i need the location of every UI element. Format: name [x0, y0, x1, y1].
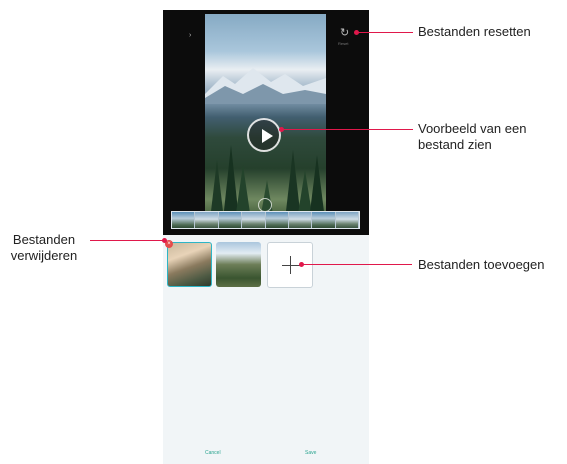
preview-callout-line1: Voorbeeld van een — [418, 121, 527, 136]
timeline-frame — [288, 212, 313, 228]
mountain-image — [205, 68, 326, 104]
clip-info — [169, 30, 183, 42]
timeline-frame — [195, 212, 219, 228]
add-callout: Bestanden toevoegen — [418, 257, 545, 272]
play-icon[interactable] — [247, 118, 281, 152]
cancel-button[interactable]: Cancel — [205, 450, 221, 456]
timeline-frame — [172, 212, 196, 228]
timeline-frame — [218, 212, 243, 228]
video-editor: › ↻ Reset — [163, 10, 369, 235]
reset-label[interactable]: Reset — [338, 41, 348, 46]
callout-line — [357, 32, 413, 33]
add-icon[interactable] — [267, 242, 313, 288]
delete-callout-line1: Bestanden — [12, 232, 76, 247]
video-preview[interactable] — [205, 14, 326, 220]
preview-callout-line2: bestand zien — [418, 137, 492, 152]
clip-thumbnail[interactable] — [216, 242, 261, 287]
timeline-frame — [242, 212, 266, 228]
phone-screen: › ↻ Reset × Cancel Save — [163, 10, 369, 464]
callout-line — [302, 264, 412, 265]
reset-callout: Bestanden resetten — [418, 24, 531, 39]
save-button[interactable]: Save — [305, 450, 316, 456]
timeline-frame — [335, 212, 359, 228]
timeline-strip[interactable] — [171, 211, 360, 229]
chevron-right-icon[interactable]: › — [189, 32, 191, 39]
reset-icon[interactable]: ↻ — [340, 28, 352, 39]
timeline-frame — [312, 212, 336, 228]
clip-thumbnail[interactable] — [167, 242, 212, 287]
callout-line — [282, 129, 413, 130]
callout-dot — [162, 238, 167, 243]
timeline-frame — [265, 212, 289, 228]
clip-gallery: × — [163, 235, 369, 464]
callout-line — [90, 240, 164, 241]
rotate-icon[interactable] — [258, 198, 272, 212]
delete-callout-line2: verwijderen — [10, 248, 78, 263]
